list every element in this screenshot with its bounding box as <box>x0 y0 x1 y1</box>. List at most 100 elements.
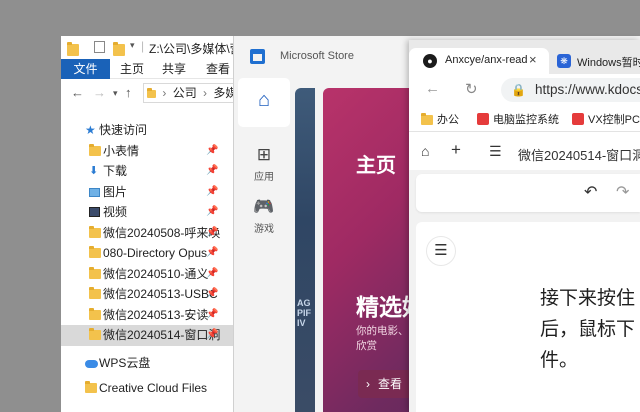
pin-icon: 📌 <box>206 144 219 156</box>
nav-item-label: 微信20240513-安读 <box>103 307 209 322</box>
pin-icon: 📌 <box>206 267 219 279</box>
bookmark-label: VX控制PC <box>588 114 640 126</box>
store-nav-games[interactable]: 🎮 游戏 <box>238 192 290 240</box>
pin-icon: 📌 <box>206 226 219 238</box>
document-page[interactable]: ☰ 接下来按住 后，鼠标下 件。 <box>416 222 640 412</box>
store-nav-label: 应用 <box>254 172 274 183</box>
nav-item-label: 快速访问 <box>99 123 148 137</box>
nav-item-label: 微信20240510-通义 <box>103 266 209 281</box>
bookmark-monitoring[interactable]: 电脑监控系统 <box>477 111 559 127</box>
pin-icon: 📌 <box>206 185 219 197</box>
document-body-text[interactable]: 接下来按住 后，鼠标下 件。 <box>540 283 640 376</box>
folder-icon <box>89 246 101 258</box>
close-icon[interactable]: × <box>529 52 537 67</box>
pin-icon: 📌 <box>206 247 219 258</box>
nav-creative-cloud[interactable]: Creative Cloud Files <box>61 378 261 399</box>
nav-item[interactable]: 小表情 📌 <box>61 141 261 162</box>
url-text: https://www.kdocs.c <box>535 82 640 97</box>
store-logo-icon <box>250 49 265 64</box>
video-icon <box>89 207 100 217</box>
picture-icon <box>89 187 100 197</box>
nav-wps-cloud[interactable]: WPS云盘 <box>61 353 261 374</box>
gamepad-icon: 🎮 <box>253 197 275 216</box>
hero-description: 你的电影、欣赏 <box>356 325 409 352</box>
bookmark-icon <box>477 113 489 125</box>
document-toolbar: ⌂ + ☰ 微信20240514-窗口洞 <box>409 136 640 170</box>
edit-toolbar: ↶ ↷ <box>416 174 640 212</box>
bookmark-icon <box>572 113 584 125</box>
nav-item[interactable]: 微信20240513-USBC 📌 <box>61 284 261 305</box>
github-icon: ● <box>423 54 437 68</box>
url-bar[interactable]: 🔒 https://www.kdocs.c <box>501 78 640 102</box>
ribbon-tab-view[interactable]: 查看 <box>203 59 233 79</box>
browser-window: ● Anxcye/anx-reade × ❋ Windows暂时 ← ↻ 🔒 h… <box>409 40 640 412</box>
document-title[interactable]: 微信20240514-窗口洞 <box>518 145 640 164</box>
lock-icon[interactable]: 🔒 <box>511 78 526 102</box>
store-nav-home[interactable]: ⌂ <box>238 78 290 127</box>
home-icon: ⌂ <box>257 89 271 111</box>
properties-icon[interactable] <box>94 41 105 53</box>
nav-item-videos[interactable]: 视频 📌 <box>61 202 261 223</box>
forward-arrow-icon[interactable]: → <box>93 85 106 100</box>
nav-item[interactable]: 微信20240508-呼来唤 📌 <box>61 223 261 244</box>
store-title: Microsoft Store <box>280 50 354 62</box>
folder-icon <box>147 88 156 98</box>
menu-icon[interactable]: ☰ <box>489 143 502 160</box>
pin-icon: 📌 <box>206 165 219 176</box>
nav-item-label: 微信20240508-呼来唤 <box>103 225 221 240</box>
page-title: 主页 <box>356 155 396 177</box>
reload-icon[interactable]: ↻ <box>465 80 478 98</box>
bookmark-folder-office[interactable]: 办公 <box>421 111 459 127</box>
explorer-address-bar: ← → ▾ ↑ › 公司 › 多媒 <box>61 80 261 106</box>
store-nav-apps[interactable]: ⊞ 应用 <box>238 140 290 188</box>
outline-list-icon[interactable]: ☰ <box>426 236 456 266</box>
document-line: 件。 <box>540 350 579 371</box>
tab-windows[interactable]: ❋ Windows暂时 <box>551 48 640 74</box>
bookmark-label: 办公 <box>437 114 459 126</box>
home-icon[interactable]: ⌂ <box>421 143 429 159</box>
ribbon-tab-file[interactable]: 文件 <box>61 59 110 79</box>
tab-title: Anxcye/anx-reade <box>445 54 527 66</box>
recent-dropdown-icon[interactable]: ▾ <box>113 88 118 99</box>
add-icon[interactable]: + <box>451 140 461 160</box>
folder-icon <box>421 113 433 125</box>
pin-icon: 📌 <box>206 308 219 320</box>
nav-item-selected[interactable]: 微信20240514-窗口洞 📌 <box>61 325 261 346</box>
bookmark-vx-control[interactable]: VX控制PC <box>572 111 640 127</box>
new-folder-icon[interactable] <box>113 42 125 56</box>
tab-title: Windows暂时 <box>577 57 640 69</box>
ribbon-tab-home[interactable]: 主页 <box>117 59 147 79</box>
nav-item-label: 下载 <box>103 164 128 178</box>
hero-side-card-text: AG PIF IV <box>297 298 312 328</box>
tab-github[interactable]: ● Anxcye/anx-reade × <box>409 48 549 74</box>
ribbon-tab-share[interactable]: 共享 <box>159 59 189 79</box>
tab-strip: ● Anxcye/anx-reade × ❋ Windows暂时 <box>409 40 640 74</box>
hero-side-card[interactable]: AG PIF IV <box>295 88 315 412</box>
nav-item-label: WPS云盘 <box>99 355 151 370</box>
breadcrumb-item[interactable]: 公司 <box>173 86 197 100</box>
nav-item[interactable]: 微信20240513-安读 📌 <box>61 305 261 326</box>
explorer-nav-pane: ★ 快速访问 小表情 📌 ⬇ 下载 📌 图片 📌 视频 📌 微信20240508… <box>61 120 261 399</box>
nav-item-pictures[interactable]: 图片 📌 <box>61 182 261 203</box>
redo-icon[interactable]: ↷ <box>616 182 629 202</box>
folder-icon <box>89 287 101 299</box>
folder-icon <box>89 307 101 320</box>
nav-item[interactable]: 080-Directory Opus 📌 <box>61 243 261 264</box>
folder-icon <box>89 225 101 238</box>
nav-item-downloads[interactable]: ⬇ 下载 📌 <box>61 161 261 182</box>
nav-quick-access[interactable]: ★ 快速访问 <box>61 120 261 141</box>
star-icon: ★ <box>85 123 96 137</box>
back-arrow-icon[interactable]: ← <box>71 85 84 100</box>
up-arrow-icon[interactable]: ↑ <box>125 85 132 100</box>
nav-item[interactable]: 微信20240510-通义 📌 <box>61 264 261 285</box>
bookmarks-bar: 办公 电脑监控系统 VX控制PC <box>409 106 640 132</box>
breadcrumb-separator: › <box>162 86 167 100</box>
back-arrow-icon[interactable]: ← <box>425 80 440 97</box>
nav-item-label: 微信20240514-窗口洞 <box>103 328 221 342</box>
paw-icon: ❋ <box>557 54 571 68</box>
undo-icon[interactable]: ↶ <box>584 182 597 202</box>
document-line: 接下来按住 <box>540 288 636 309</box>
apps-icon: ⊞ <box>256 145 272 164</box>
file-explorer-window: ▾ | Z:\公司\多媒体\营 文件 主页 共享 查看 ← → ▾ ↑ › 公司… <box>61 36 261 412</box>
nav-item-label: 080-Directory Opus <box>103 246 208 260</box>
